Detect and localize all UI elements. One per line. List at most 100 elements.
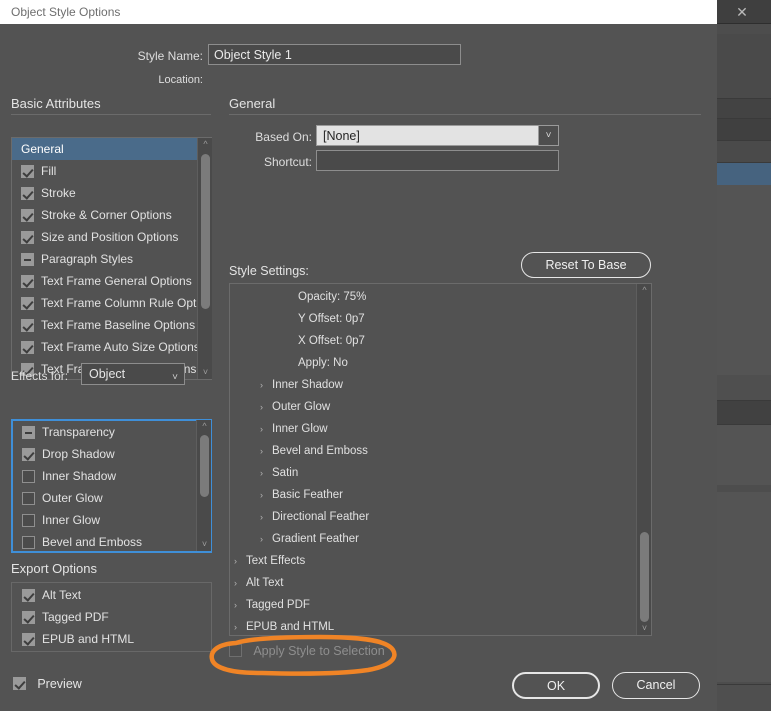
- style-setting-row[interactable]: › Satin: [230, 462, 630, 484]
- attribute-checkbox[interactable]: [21, 187, 34, 200]
- chevron-down-icon[interactable]: ˅: [197, 538, 212, 551]
- attribute-checkbox[interactable]: [21, 253, 34, 266]
- effect-label: Transparency: [42, 425, 115, 439]
- attribute-checkbox[interactable]: [21, 297, 34, 310]
- basic-attribute-label: Text Frame Column Rule Options: [41, 296, 212, 310]
- chevron-right-icon[interactable]: ›: [234, 550, 246, 572]
- chevron-right-icon[interactable]: ›: [260, 506, 272, 528]
- style-setting-label: Text Effects: [246, 555, 306, 567]
- export-option-row[interactable]: EPUB and HTML: [13, 628, 208, 650]
- effect-checkbox[interactable]: [22, 492, 35, 505]
- basic-attribute-row[interactable]: Paragraph Styles: [12, 248, 197, 270]
- basic-attribute-row[interactable]: Size and Position Options: [12, 226, 197, 248]
- export-option-checkbox[interactable]: [22, 589, 35, 602]
- panel-block-collapse[interactable]: [710, 99, 771, 119]
- basic-attribute-row[interactable]: Stroke & Corner Options: [12, 204, 197, 226]
- panel-row-selected[interactable]: [710, 163, 771, 185]
- style-settings-heading: Style Settings:: [229, 264, 309, 278]
- effect-row[interactable]: Inner Shadow: [13, 465, 197, 487]
- export-option-row[interactable]: Alt Text: [13, 584, 208, 606]
- basic-attributes-scrollbar[interactable]: ^ ˅: [197, 138, 212, 379]
- chevron-right-icon[interactable]: ›: [234, 594, 246, 616]
- effect-row[interactable]: Drop Shadow: [13, 443, 197, 465]
- chevron-right-icon[interactable]: ›: [260, 418, 272, 440]
- effect-row[interactable]: Bevel and Emboss: [13, 531, 197, 551]
- basic-attribute-row[interactable]: Text Frame Auto Size Options: [12, 336, 200, 358]
- chevron-right-icon[interactable]: ›: [260, 440, 272, 462]
- attribute-checkbox[interactable]: [21, 165, 34, 178]
- chevron-down-icon[interactable]: ˅: [538, 125, 559, 146]
- chevron-down-icon[interactable]: ˅: [198, 366, 213, 379]
- style-setting-row[interactable]: › Bevel and Emboss: [230, 440, 630, 462]
- basic-attributes-list[interactable]: General Fill Stroke Stroke & Corner Options…: [11, 137, 212, 380]
- style-setting-row[interactable]: › Inner Shadow: [230, 374, 630, 396]
- style-settings-tree[interactable]: Opacity: 75% Y Offset: 0p7 X Offset: 0p7 Ap…: [229, 283, 652, 636]
- scrollbar-thumb[interactable]: [640, 532, 649, 622]
- effect-checkbox[interactable]: [22, 448, 35, 461]
- ok-button[interactable]: OK: [512, 672, 600, 699]
- effects-for-select[interactable]: Object ˅: [81, 363, 185, 385]
- chevron-up-icon[interactable]: ^: [637, 284, 652, 297]
- style-setting-row[interactable]: › Directional Feather: [230, 506, 630, 528]
- style-setting-row[interactable]: Opacity: 75%: [230, 286, 630, 308]
- style-setting-row[interactable]: › Gradient Feather: [230, 528, 630, 550]
- basic-attribute-row[interactable]: Text Frame Baseline Options: [12, 314, 197, 336]
- chevron-right-icon[interactable]: ›: [260, 374, 272, 396]
- export-option-checkbox[interactable]: [22, 633, 35, 646]
- effects-scrollbar[interactable]: ^ ˅: [196, 420, 211, 551]
- reset-to-base-button[interactable]: Reset To Base: [521, 252, 651, 278]
- style-setting-row[interactable]: › Basic Feather: [230, 484, 630, 506]
- effect-checkbox[interactable]: [22, 514, 35, 527]
- export-option-label: Tagged PDF: [42, 610, 109, 624]
- style-setting-row[interactable]: › Inner Glow: [230, 418, 630, 440]
- shortcut-input[interactable]: [316, 150, 559, 171]
- chevron-right-icon[interactable]: ›: [260, 484, 272, 506]
- style-setting-row[interactable]: › Outer Glow: [230, 396, 630, 418]
- basic-attribute-row[interactable]: Stroke: [12, 182, 197, 204]
- style-setting-row[interactable]: Y Offset: 0p7: [230, 308, 630, 330]
- style-setting-row[interactable]: › Alt Text: [230, 572, 630, 594]
- effect-checkbox[interactable]: [22, 470, 35, 483]
- style-setting-label: Satin: [272, 467, 299, 479]
- attribute-checkbox[interactable]: [21, 319, 34, 332]
- scrollbar-thumb[interactable]: [200, 435, 209, 497]
- close-icon[interactable]: ✕: [733, 3, 751, 21]
- style-name-input[interactable]: [208, 44, 461, 65]
- attribute-checkbox[interactable]: [21, 341, 34, 354]
- export-option-row[interactable]: Tagged PDF: [13, 606, 208, 628]
- basic-attribute-row[interactable]: Text Frame General Options: [12, 270, 197, 292]
- scrollbar-thumb[interactable]: [201, 154, 210, 309]
- style-setting-row[interactable]: X Offset: 0p7: [230, 330, 630, 352]
- style-setting-row[interactable]: › Text Effects: [230, 550, 630, 572]
- effect-label: Bevel and Emboss: [42, 535, 143, 549]
- preview-checkbox-row[interactable]: Preview: [13, 674, 82, 694]
- cancel-button[interactable]: Cancel: [612, 672, 700, 699]
- effect-checkbox[interactable]: [22, 536, 35, 549]
- effect-row[interactable]: Outer Glow: [13, 487, 197, 509]
- chevron-right-icon[interactable]: ›: [234, 572, 246, 594]
- style-settings-scrollbar[interactable]: ^ ˅: [636, 284, 651, 635]
- attribute-checkbox[interactable]: [21, 209, 34, 222]
- chevron-right-icon[interactable]: ›: [260, 462, 272, 484]
- style-setting-label: Basic Feather: [272, 489, 343, 501]
- attribute-checkbox[interactable]: [21, 231, 34, 244]
- based-on-select[interactable]: [None] ˅: [316, 125, 559, 146]
- chevron-right-icon[interactable]: ›: [234, 616, 246, 635]
- attribute-checkbox[interactable]: [21, 275, 34, 288]
- chevron-up-icon[interactable]: ^: [197, 420, 212, 433]
- export-option-checkbox[interactable]: [22, 611, 35, 624]
- effect-row[interactable]: Inner Glow: [13, 509, 197, 531]
- basic-attribute-row[interactable]: Text Frame Column Rule Options: [12, 292, 211, 314]
- preview-checkbox[interactable]: [13, 677, 26, 690]
- chevron-down-icon[interactable]: ˅: [637, 622, 652, 635]
- basic-attribute-row[interactable]: Fill: [12, 160, 197, 182]
- chevron-right-icon[interactable]: ›: [260, 528, 272, 550]
- chevron-right-icon[interactable]: ›: [260, 396, 272, 418]
- style-setting-row[interactable]: › EPUB and HTML: [230, 616, 630, 635]
- style-setting-row[interactable]: › Tagged PDF: [230, 594, 630, 616]
- effect-row[interactable]: Transparency: [13, 421, 197, 443]
- basic-attribute-row-selected[interactable]: General: [12, 138, 197, 160]
- effects-list[interactable]: Transparency Drop Shadow Inner Shadow Outer…: [11, 419, 212, 553]
- effect-checkbox[interactable]: [22, 426, 35, 439]
- style-setting-row[interactable]: Apply: No: [230, 352, 630, 374]
